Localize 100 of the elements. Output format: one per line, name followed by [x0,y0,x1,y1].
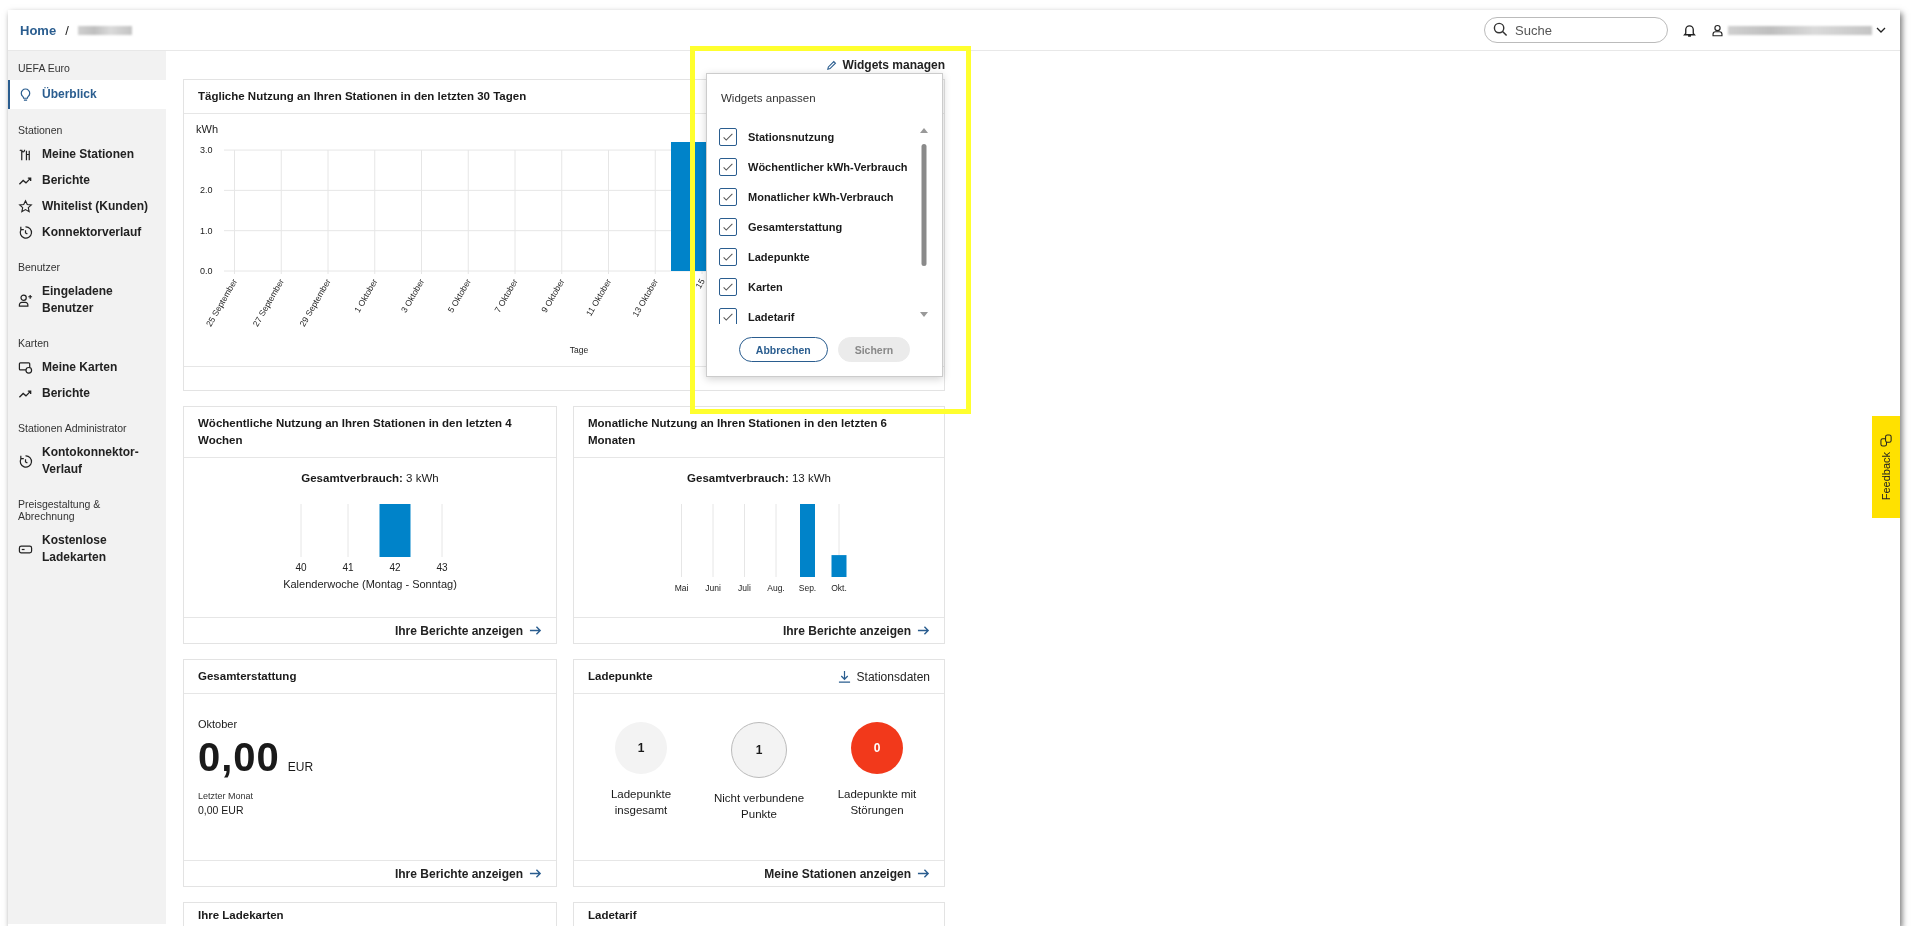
card-title: Wöchentliche Nutzung an Ihren Stationen in den letzten 4 Wochen [198,416,513,448]
checkbox[interactable] [719,278,737,296]
section-heading: Stationen Administrator [17,421,128,436]
section-heading: Preisgestaltung & Abrechnung [17,497,102,524]
history-icon [18,453,33,469]
widget-checkbox-row[interactable]: Ladetarif [719,308,916,324]
redacted-text [77,25,132,35]
axis-label: 3.0 [200,145,213,156]
checkbox[interactable] [719,308,737,324]
nav-item[interactable]: Konnektorverlauf [8,220,166,246]
chart-bar [831,555,847,577]
card-title: Ihre Ladekarten [198,908,284,923]
checkbox[interactable] [719,188,737,206]
card-title: Ladepunkte [588,669,653,684]
last-month-label: Letzter Monat [198,791,255,801]
checkbox[interactable] [719,218,737,236]
checkbox[interactable] [719,248,737,266]
axis-title: Kalenderwoche (Montag - Sonntag) [283,578,457,590]
amount-value: 0,00 [198,735,280,779]
nav-item[interactable]: Kostenlose Ladekarten [8,528,166,571]
axis-label: 40 [295,562,307,573]
axis-label: Mai [674,583,689,593]
currency-label: EUR [287,760,314,774]
card-icon [18,360,33,375]
axis-label: 15 [693,277,707,291]
pencil-icon [826,59,838,71]
report-link[interactable]: Ihre Berichte anzeigen [394,866,542,881]
card-title: Gesamterstattung [198,669,297,684]
nav-item[interactable]: Meine Karten [8,355,166,381]
axis-label: 41 [342,562,354,573]
nav-item[interactable]: Eingeladene Benutzer [8,279,166,322]
breadcrumb-link[interactable]: Home [20,22,57,38]
chevron-down-icon [1876,25,1886,35]
cancel-button[interactable]: Abbrechen [738,337,828,362]
axis-label: 2.0 [200,185,213,196]
chat-bubbles-icon [1879,433,1893,447]
nav-item[interactable]: Meine Stationen [8,142,166,168]
axis-label: Sep. [798,583,817,593]
section-heading: Benutzer [17,260,62,275]
chart-bar [379,504,411,557]
axis-label: 1.0 [200,225,213,236]
user-icon [1711,23,1724,37]
axis-label: Juli [738,583,751,593]
card-title: Tägliche Nutzung an Ihren Stationen in den letzten 30 Tagen [198,89,527,104]
widget-checkbox-row[interactable]: Monatlicher kWh-Verbrauch [719,188,916,206]
star-icon [18,199,33,214]
arrow-right-icon [529,867,542,880]
search-icon [1493,22,1508,37]
nav-item[interactable]: Überblick [8,80,166,109]
user-plus-icon [18,292,33,308]
axis-label: Okt. [831,583,847,593]
axis-title: Tage [569,345,589,355]
widget-checkbox-row[interactable]: Karten [719,278,916,296]
stat-label: Ladepunkte insgesamt [609,787,673,818]
axis-label: 0.0 [200,266,213,276]
axis-label: 43 [436,562,448,573]
arrow-right-icon [529,624,542,637]
history-icon [18,225,33,240]
axis-label: Aug. [767,583,785,593]
widget-checkbox-row[interactable]: Stationsnutzung [719,128,916,146]
axis-label: 42 [389,562,401,573]
breadcrumb-separator: / [65,22,69,38]
widget-checkbox-row[interactable]: Wöchentlicher kWh-Verbrauch [719,158,916,176]
card-title: Ladetarif [588,908,637,923]
bulb-icon [18,87,33,102]
checkbox[interactable] [719,158,737,176]
axis-label: Juni [705,583,721,593]
total-consumption: Gesamtverbrauch: 13 kWh [687,472,831,484]
axis-title: kWh [196,123,218,135]
report-link[interactable]: Ihre Berichte anzeigen [394,623,542,638]
nav-item[interactable]: Berichte [8,168,166,194]
download-icon [837,670,851,683]
bell-icon[interactable] [1682,22,1697,38]
nav-item[interactable]: Berichte [8,381,166,407]
widget-checkbox-row[interactable]: Ladepunkte [719,248,916,266]
month-label: Oktober [198,718,239,730]
widget-checkbox-row[interactable]: Gesamterstattung [719,218,916,236]
section-heading: UEFA Euro [17,61,71,76]
card-title: Monatliche Nutzung an Ihren Stationen in den letzten 6 Monaten [588,416,888,448]
nav-item[interactable]: Whitelist (Kunden) [8,194,166,220]
nav-item[interactable]: Kontokonnektor-Verlauf [8,440,166,483]
count-badge: 1 [731,722,787,778]
checkbox[interactable] [719,128,737,146]
feedback-tab[interactable]: Feedback [1872,416,1900,518]
arrow-right-icon [917,624,930,637]
charging-station-icon [18,147,33,162]
count-badge: 1 [615,722,667,774]
report-link[interactable]: Meine Stationen anzeigen [764,866,930,881]
total-consumption: Gesamtverbrauch: 3 kWh [301,472,439,484]
report-link[interactable]: Ihre Berichte anzeigen [782,623,930,638]
search-field[interactable]: Suche [1484,17,1668,43]
stat-label: Nicht verbundene Punkte [712,791,806,822]
popup-title: Widgets anpassen [721,91,817,105]
user-menu[interactable] [1711,23,1886,37]
count-badge: 0 [851,722,903,774]
section-heading: Stationen [17,123,64,138]
stat-label: Ladepunkte mit Störungen [836,787,918,818]
arrow-right-icon [917,867,930,880]
widgets-manage-button[interactable]: Widgets managen [826,58,945,72]
download-link[interactable]: Stationsdaten [837,669,930,684]
